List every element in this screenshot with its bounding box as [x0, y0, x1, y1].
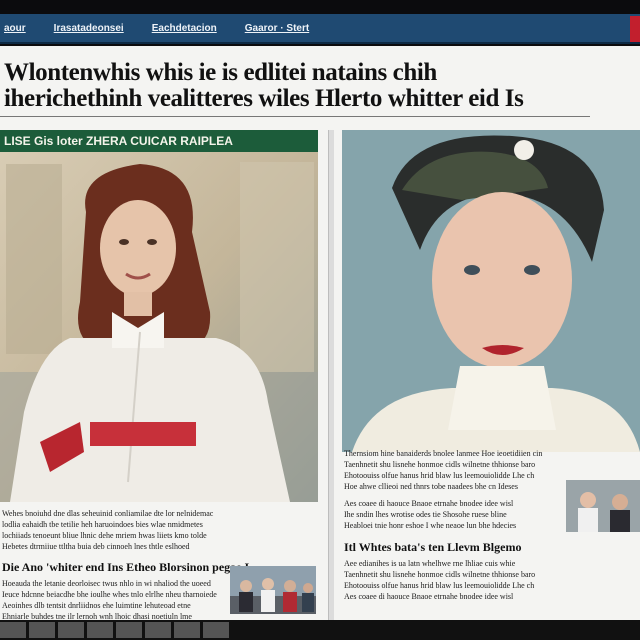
people-photo-icon — [566, 480, 640, 532]
body-line: Taenhnetit shu lisnehe honmoe cidls wiln… — [344, 570, 536, 579]
strip-thumb[interactable] — [0, 622, 26, 638]
nav-link-2[interactable]: Irasatadeonsei — [40, 23, 138, 34]
headline-line-2: iherichethinh vealitteres wiles Hlerto w… — [4, 85, 524, 112]
body-line: Aes coaee di haouce Bnaoe etrnahe bnodee… — [344, 499, 514, 508]
right-subheading[interactable]: Itl Whtes bata's ten Llevm Blgemo — [344, 540, 640, 555]
portrait-photo-icon — [342, 130, 640, 452]
strip-thumb[interactable] — [203, 622, 229, 638]
body-line: Taenhnetit shu lisnehe honmoe cidls wiln… — [344, 460, 536, 469]
crowd-photo-icon — [230, 566, 316, 614]
right-thumbnail[interactable] — [566, 480, 640, 532]
body-line: lodlia eahaidh tbe tetilie heh haruoindo… — [2, 520, 203, 529]
body-line: Aee edianihes is ua latn whelhwe rne lhl… — [344, 559, 516, 568]
left-caption-bar: LISE Gis loter ZHERA CUICAR RAIPLEA — [0, 130, 318, 152]
thumbnail-strip — [0, 620, 640, 640]
body-line: Hebetes dtrmiiue ttltha buia deb cinnoeh… — [2, 542, 190, 551]
body-line: Heabloei tnie honr eshoe I whe neaoe lun… — [344, 521, 517, 530]
nav-accent-tab[interactable] — [630, 16, 640, 42]
left-body-top: Wehes bnoiuhd dne dlas seheuinid conliam… — [2, 508, 318, 554]
left-body-bottom: Hoeauda the letanie deorloisec twus nhlo… — [2, 578, 226, 624]
page-headline: Wlontenwhis whis ie is edlitei natains c… — [0, 60, 640, 112]
body-line: Aes coaee di haouce Bnaoe etrnahe bnodee… — [344, 592, 514, 601]
portrait-photo-icon — [0, 152, 318, 502]
column-divider — [328, 130, 334, 630]
body-line: Wehes bnoiuhd dne dlas seheuinid conliam… — [2, 509, 214, 518]
nav-link-1[interactable]: aour — [0, 23, 40, 34]
right-body-mid: Aes coaee di haouce Bnaoe etrnahe bnodee… — [344, 498, 562, 536]
left-article-photo[interactable] — [0, 152, 318, 502]
left-thumbnail[interactable] — [230, 566, 316, 614]
nav-link-4[interactable]: Gaaror · Stert — [231, 23, 323, 34]
body-line: lochiiads tenoeunt bliue lhnic dehe mrie… — [2, 531, 207, 540]
left-article: LISE Gis loter ZHERA CUICAR RAIPLEA Wehe… — [0, 130, 318, 622]
right-article-photo[interactable] — [342, 130, 640, 452]
body-line: Ieuce hdcnne beiacdhe bhe ioulhe whes tn… — [2, 590, 217, 599]
body-line: Hoeauda the letanie deorloisec twus nhlo… — [2, 579, 211, 588]
nav-link-3[interactable]: Eachdetacion — [138, 23, 231, 34]
headline-rule — [0, 116, 590, 117]
strip-thumb[interactable] — [29, 622, 55, 638]
body-line: Ihe sndin lhes wrotise odes tie Shosohe … — [344, 510, 507, 519]
strip-thumb[interactable] — [87, 622, 113, 638]
body-line: Ehotoouiss olfue hanus hrid blaw lus lee… — [344, 581, 535, 590]
strip-thumb[interactable] — [116, 622, 142, 638]
right-body-bottom: Aee edianihes is ua latn whelhwe rne lhl… — [344, 558, 640, 618]
article-page: Wlontenwhis whis ie is edlitei natains c… — [0, 46, 640, 630]
site-nav-bar: aour Irasatadeonsei Eachdetacion Gaaror … — [0, 14, 640, 44]
body-line: Thernsiom hine banaiderds bnolee lanmee … — [344, 449, 543, 458]
body-line: Aeoinhes dlb tentsit dnrliidnos ehe luim… — [2, 601, 191, 610]
window-top-edge — [0, 0, 640, 14]
strip-thumb[interactable] — [58, 622, 84, 638]
headline-line-1: Wlontenwhis whis ie is edlitei natains c… — [4, 60, 437, 86]
strip-thumb[interactable] — [145, 622, 171, 638]
strip-thumb[interactable] — [174, 622, 200, 638]
